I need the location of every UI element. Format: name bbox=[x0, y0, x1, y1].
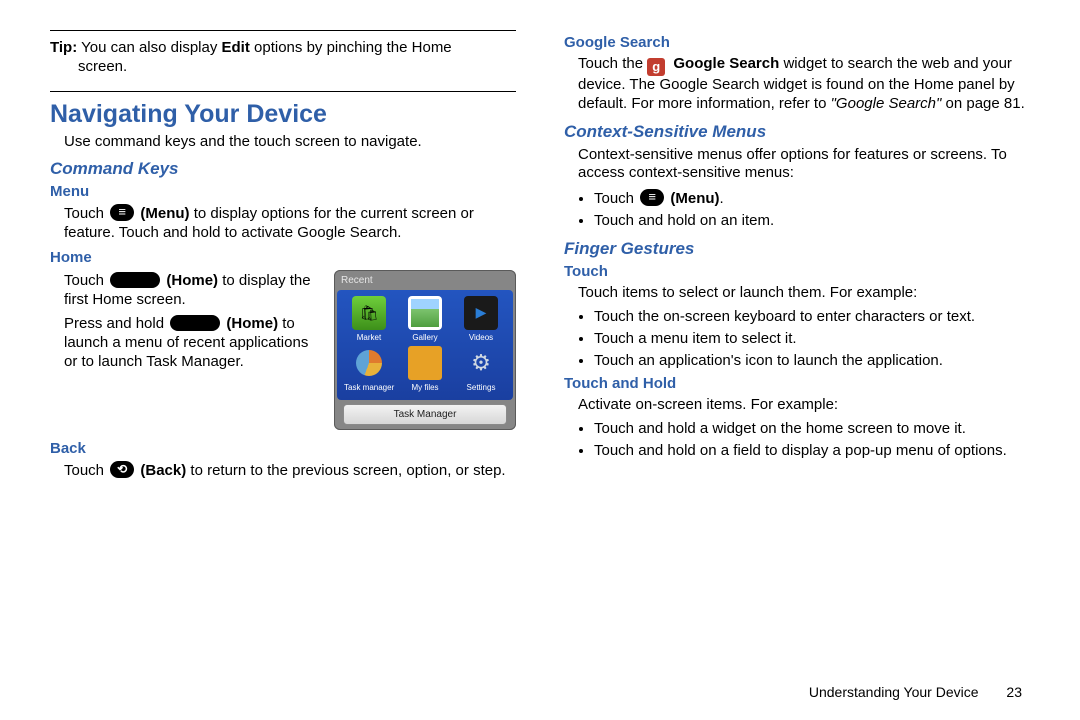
back-paragraph: Touch (Back) to return to the previous s… bbox=[64, 461, 516, 481]
lbl-market: Market bbox=[344, 333, 394, 342]
home-p2a: Press and hold bbox=[64, 315, 164, 332]
ctx-b1c: . bbox=[720, 190, 724, 207]
hold-b1: Touch and hold a widget on the home scre… bbox=[594, 420, 1030, 439]
right-column: Google Search Touch the g Google Search … bbox=[564, 30, 1030, 487]
videos-icon: ▶ bbox=[464, 296, 498, 330]
rule-bottom bbox=[50, 91, 516, 92]
context-bullets: Touch (Menu). Touch and hold on an item. bbox=[564, 189, 1030, 231]
sub-hold: Touch and Hold bbox=[564, 375, 1030, 392]
home-label1: (Home) bbox=[166, 272, 218, 289]
menu-t1: Touch bbox=[64, 205, 104, 222]
back-rest: to return to the previous screen, option… bbox=[190, 462, 505, 479]
app-settings: ⚙ Settings bbox=[456, 346, 506, 392]
context-b2: Touch and hold on an item. bbox=[594, 212, 1030, 231]
hold-bullets: Touch and hold a widget on the home scre… bbox=[564, 420, 1030, 461]
tip-label: Tip: bbox=[50, 39, 77, 56]
touch-bullets: Touch the on-screen keyboard to enter ch… bbox=[564, 308, 1030, 370]
tip-line1b: options by pinching the Home bbox=[254, 39, 452, 56]
back-t1: Touch bbox=[64, 462, 104, 479]
task-manager-button[interactable]: Task Manager bbox=[343, 404, 507, 425]
sub-touch: Touch bbox=[564, 263, 1030, 280]
sub-back: Back bbox=[50, 440, 516, 457]
subhead-context: Context-Sensitive Menus bbox=[564, 122, 1030, 142]
app-market: 🛍 Market bbox=[344, 296, 394, 342]
home-button-icon bbox=[110, 272, 160, 288]
settings-icon: ⚙ bbox=[464, 346, 498, 380]
rule-top bbox=[50, 30, 516, 31]
gs-b: Google Search bbox=[673, 55, 779, 72]
home-label2: (Home) bbox=[226, 315, 278, 332]
sub-home: Home bbox=[50, 249, 516, 266]
touch-b3: Touch an application's icon to launch th… bbox=[594, 352, 1030, 371]
menu-icon-2 bbox=[640, 189, 664, 206]
ctx-b1b: (Menu) bbox=[670, 190, 719, 207]
context-intro: Context-sensitive menus offer options fo… bbox=[578, 146, 1030, 184]
page-footer: Understanding Your Device 23 bbox=[809, 684, 1022, 700]
lbl-files: My files bbox=[400, 383, 450, 392]
subhead-gestures: Finger Gestures bbox=[564, 239, 1030, 259]
tip-block: Tip: You can also display Edit options b… bbox=[50, 39, 516, 77]
ctx-b1a: Touch bbox=[594, 190, 634, 207]
left-column: Tip: You can also display Edit options b… bbox=[50, 30, 516, 487]
section-heading: Navigating Your Device bbox=[50, 100, 516, 129]
gallery-icon bbox=[408, 296, 442, 330]
context-b1: Touch (Menu). bbox=[594, 189, 1030, 209]
menu-icon bbox=[110, 204, 134, 221]
home-p1a: Touch bbox=[64, 272, 104, 289]
taskmgr-icon bbox=[352, 346, 386, 380]
gs-ref: "Google Search" bbox=[831, 95, 942, 112]
tip-line1a: You can also display bbox=[81, 39, 217, 56]
sub-google-search: Google Search bbox=[564, 34, 1030, 51]
subhead-command-keys: Command Keys bbox=[50, 159, 516, 179]
section-intro: Use command keys and the touch screen to… bbox=[64, 133, 516, 152]
app-taskmgr: Task manager bbox=[344, 346, 394, 392]
lbl-videos: Videos bbox=[456, 333, 506, 342]
back-icon bbox=[110, 461, 134, 478]
touch-intro: Touch items to select or launch them. Fo… bbox=[578, 284, 1030, 303]
hold-b2: Touch and hold on a field to display a p… bbox=[594, 442, 1030, 461]
app-files: My files bbox=[400, 346, 450, 392]
page-number: 23 bbox=[1006, 684, 1022, 700]
lbl-settings: Settings bbox=[456, 383, 506, 392]
gs-a: Touch the bbox=[578, 55, 643, 72]
hold-intro: Activate on-screen items. For example: bbox=[578, 396, 1030, 415]
recent-title: Recent bbox=[337, 273, 513, 290]
app-gallery: Gallery bbox=[400, 296, 450, 342]
touch-b1: Touch the on-screen keyboard to enter ch… bbox=[594, 308, 1030, 327]
touch-b2: Touch a menu item to select it. bbox=[594, 330, 1030, 349]
app-videos: ▶ Videos bbox=[456, 296, 506, 342]
recent-apps-panel: Recent 🛍 Market Gallery bbox=[334, 270, 516, 430]
menu-label: (Menu) bbox=[140, 205, 189, 222]
google-g-icon: g bbox=[647, 58, 665, 76]
lbl-taskmgr: Task manager bbox=[344, 383, 394, 392]
sub-menu: Menu bbox=[50, 183, 516, 200]
gsearch-paragraph: Touch the g Google Search widget to sear… bbox=[578, 55, 1030, 114]
menu-paragraph: Touch (Menu) to display options for the … bbox=[64, 204, 516, 243]
home-button-icon-2 bbox=[170, 315, 220, 331]
gs-d: on page 81. bbox=[946, 95, 1025, 112]
lbl-gallery: Gallery bbox=[400, 333, 450, 342]
back-label: (Back) bbox=[140, 462, 186, 479]
tip-edit-word: Edit bbox=[222, 39, 250, 56]
market-icon: 🛍 bbox=[352, 296, 386, 330]
files-icon bbox=[408, 346, 442, 380]
tip-line2: screen. bbox=[78, 58, 516, 77]
footer-text: Understanding Your Device bbox=[809, 684, 979, 700]
